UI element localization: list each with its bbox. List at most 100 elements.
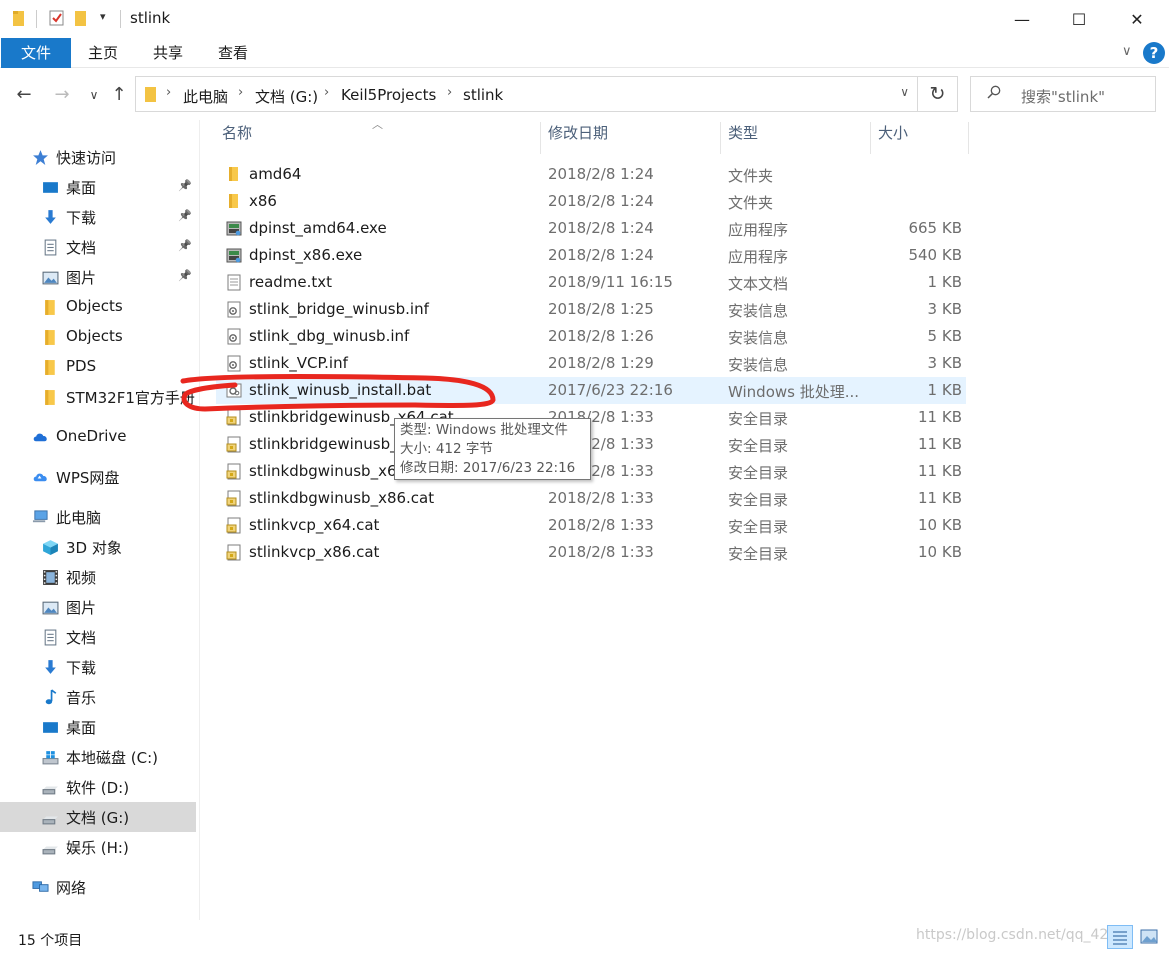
sidebar-item[interactable]: 网络 [0, 872, 196, 902]
sidebar-item[interactable]: 软件 (D:) [0, 772, 196, 802]
file-row[interactable]: stlinkdbgwinusb_x64.cat 2018/2/8 1:33 安全目录… [216, 458, 966, 485]
file-size: 11 KB [918, 462, 962, 480]
file-row[interactable]: stlinkvcp_x64.cat 2018/2/8 1:33 安全目录 10 KB [216, 512, 966, 539]
sidebar-item[interactable]: 视频 [0, 562, 196, 592]
recent-locations-button[interactable]: ∨ [80, 80, 108, 110]
column-resize-handle[interactable] [870, 122, 871, 154]
column-header-size[interactable]: 大小 [878, 122, 908, 152]
address-dropdown-icon[interactable]: ∨ [900, 85, 909, 99]
sidebar-item[interactable]: WPS网盘 [0, 462, 196, 492]
breadcrumb-item[interactable]: 此电脑 [183, 86, 228, 107]
large-icons-view-icon [1140, 929, 1158, 944]
file-row[interactable]: stlinkvcp_x86.cat 2018/2/8 1:33 安全目录 10 KB [216, 539, 966, 566]
column-resize-handle[interactable] [968, 122, 969, 154]
sidebar-item[interactable]: Objects [0, 322, 196, 352]
drive-icon [42, 779, 59, 795]
minimize-button[interactable]: — [995, 0, 1049, 38]
tooltip-size: 大小: 412 字节 [400, 441, 493, 457]
refresh-button[interactable]: ↻ [918, 76, 958, 112]
sidebar-item[interactable]: 文档 📌 [0, 232, 196, 262]
sidebar-item[interactable]: 桌面 [0, 712, 196, 742]
cat-file-icon [226, 490, 242, 507]
pin-icon[interactable]: 📌 [178, 179, 192, 192]
file-row[interactable]: readme.txt 2018/9/11 16:15 文本文档 1 KB [216, 269, 966, 296]
sidebar-item[interactable]: 下载 📌 [0, 202, 196, 232]
file-row[interactable]: stlinkbridgewinusb_x86.cat 2018/2/8 1:33 安… [216, 431, 966, 458]
sidebar-item[interactable]: 此电脑 [0, 502, 196, 532]
file-size: 3 KB [927, 354, 962, 372]
column-header-name[interactable]: 名称 [222, 122, 252, 152]
sidebar-item[interactable]: 图片 [0, 592, 196, 622]
tooltip-type: 类型: Windows 批处理文件 [400, 422, 568, 438]
column-resize-handle[interactable] [540, 122, 541, 154]
file-row[interactable]: stlinkdbgwinusb_x86.cat 2018/2/8 1:33 安全目录… [216, 485, 966, 512]
tab-share[interactable]: 共享 [143, 38, 193, 68]
new-folder-icon[interactable] [74, 9, 88, 27]
sidebar-item-label: WPS网盘 [56, 469, 120, 487]
tab-view[interactable]: 查看 [208, 38, 258, 68]
help-icon[interactable]: ? [1143, 42, 1165, 64]
expand-ribbon-icon[interactable]: ∨ [1122, 44, 1132, 59]
breadcrumb-item[interactable]: Keil5Projects [341, 86, 436, 104]
sidebar-item[interactable]: 音乐 [0, 682, 196, 712]
sidebar-item[interactable]: 本地磁盘 (C:) [0, 742, 196, 772]
file-name: stlink_dbg_winusb.inf [249, 327, 410, 345]
file-row[interactable]: x86 2018/2/8 1:24 文件夹 [216, 188, 966, 215]
file-date: 2017/6/23 22:16 [548, 381, 673, 399]
column-resize-handle[interactable] [720, 122, 721, 154]
tab-home[interactable]: 主页 [78, 38, 128, 68]
file-date: 2018/2/8 1:29 [548, 354, 654, 372]
large-icons-view-button[interactable] [1137, 925, 1163, 949]
sidebar-item-label: 快速访问 [56, 149, 117, 167]
sidebar-item[interactable]: Objects [0, 292, 196, 322]
pin-icon[interactable]: 📌 [178, 269, 192, 282]
sidebar-item[interactable]: 3D 对象 [0, 532, 196, 562]
customize-toolbar-icon[interactable]: ▾ [100, 10, 106, 23]
tab-file[interactable]: 文件 [1, 38, 71, 68]
file-row[interactable]: stlink_bridge_winusb.inf 2018/2/8 1:25 安装信… [216, 296, 966, 323]
file-type: 文件夹 [728, 194, 774, 212]
sidebar-item[interactable]: OneDrive [0, 422, 196, 452]
column-header-date[interactable]: 修改日期 [548, 122, 608, 152]
back-button[interactable]: ← [10, 80, 38, 110]
file-row[interactable]: stlink_dbg_winusb.inf 2018/2/8 1:26 安装信息 5 … [216, 323, 966, 350]
sidebar-item[interactable]: STM32F1官方手册 [0, 382, 196, 412]
star-icon [32, 149, 49, 165]
pin-icon[interactable]: 📌 [178, 239, 192, 252]
forward-button[interactable]: → [48, 80, 76, 110]
windows-drive-icon [42, 749, 59, 765]
details-view-button[interactable] [1107, 925, 1133, 949]
close-button[interactable]: ✕ [1110, 0, 1164, 38]
file-size: 540 KB [908, 246, 962, 264]
maximize-button[interactable]: ☐ [1052, 0, 1106, 38]
sidebar-item[interactable]: PDS [0, 352, 196, 382]
desktop-icon [42, 719, 59, 735]
sidebar-item[interactable]: 下载 [0, 652, 196, 682]
up-button[interactable]: ↑ [105, 80, 133, 110]
sidebar-item[interactable]: 图片 📌 [0, 262, 196, 292]
cat-file-icon [226, 517, 242, 534]
search-input[interactable]: 搜索"stlink" [970, 76, 1156, 112]
sidebar-item[interactable]: 文档 [0, 622, 196, 652]
breadcrumb-item[interactable]: 文档 (G:) [255, 86, 318, 107]
chevron-right-icon: › [447, 85, 453, 100]
sidebar-item-label: PDS [66, 357, 97, 375]
sidebar-item[interactable]: 娱乐 (H:) [0, 832, 196, 862]
sidebar-item[interactable]: 文档 (G:) [0, 802, 196, 832]
picture-icon [42, 269, 59, 285]
sidebar-item[interactable]: 快速访问 [0, 142, 196, 172]
file-row[interactable]: dpinst_x86.exe 2018/2/8 1:24 应用程序 540 KB [216, 242, 966, 269]
file-size: 1 KB [927, 381, 962, 399]
chevron-right-icon: › [238, 85, 244, 100]
cat-file-icon [226, 463, 242, 480]
pin-icon[interactable]: 📌 [178, 209, 192, 222]
sidebar-item[interactable]: 桌面 📌 [0, 172, 196, 202]
breadcrumb-item[interactable]: stlink [463, 86, 503, 104]
properties-icon[interactable] [48, 9, 66, 27]
file-date: 2018/2/8 1:24 [548, 192, 654, 210]
annotation-circle [180, 373, 496, 412]
address-bar[interactable]: › 此电脑 › 文档 (G:) › Keil5Projects › stlink… [135, 76, 918, 112]
column-header-type[interactable]: 类型 [728, 122, 758, 152]
file-row[interactable]: amd64 2018/2/8 1:24 文件夹 [216, 161, 966, 188]
file-row[interactable]: dpinst_amd64.exe 2018/2/8 1:24 应用程序 665 KB [216, 215, 966, 242]
